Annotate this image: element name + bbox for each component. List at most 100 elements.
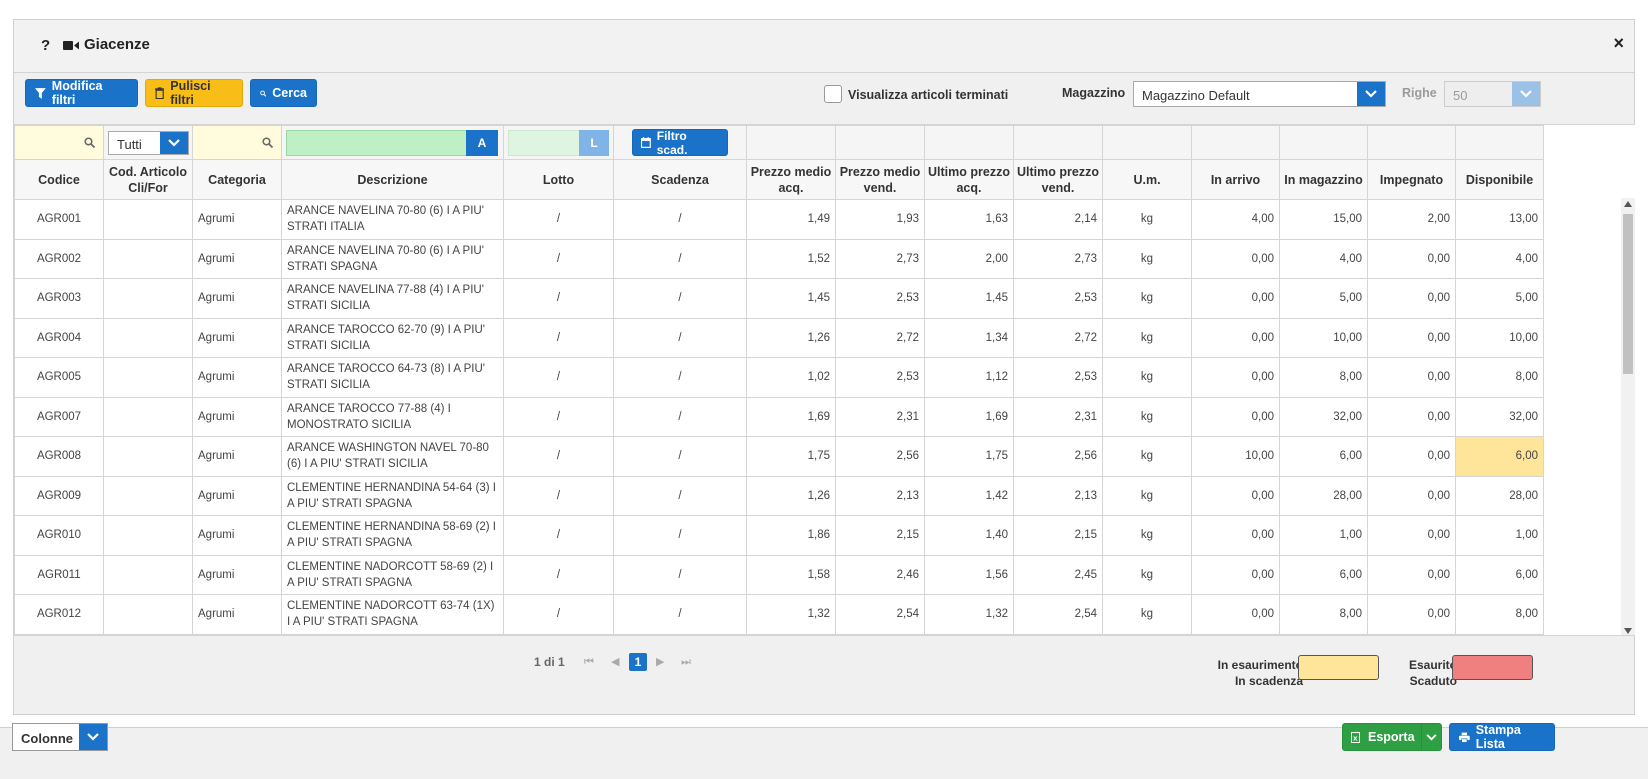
righe-select[interactable]: 50: [1444, 81, 1541, 107]
cell-up-acq: 1,33: [924, 633, 1014, 635]
cell-um: kg: [1102, 238, 1192, 279]
scrollbar-thumb[interactable]: [1623, 214, 1633, 374]
column-header[interactable]: Lotto: [503, 159, 614, 200]
table-row[interactable]: AGR009 Agrumi CLEMENTINE HERNANDINA 54-64 …: [14, 475, 1544, 516]
cell-impegnato: 0,00: [1367, 594, 1456, 635]
column-header[interactable]: Impegnato: [1367, 159, 1456, 200]
column-header[interactable]: Prezzo medio acq.: [746, 159, 836, 200]
cell-pm-acq: 1,58: [746, 554, 836, 595]
cell-pm-acq: 1,26: [746, 317, 836, 358]
modifica-filtri-button[interactable]: Modifica filtri: [25, 79, 138, 107]
prev-page-icon[interactable]: ◀: [611, 655, 619, 668]
colonne-select[interactable]: Colonne: [12, 723, 108, 751]
column-header[interactable]: Codice: [14, 159, 104, 200]
cell-categoria: Agrumi: [192, 238, 282, 279]
cell-pm-vend: 2,46: [835, 554, 925, 595]
codice-filter-input[interactable]: [14, 125, 104, 160]
table-row[interactable]: AGR013 AgrumiCLEMENTINE ORRI 58-69 (2) I …: [14, 633, 1544, 635]
scroll-up-icon[interactable]: [1624, 201, 1632, 207]
cell-um: kg: [1102, 396, 1192, 437]
next-page-icon[interactable]: ▶: [656, 655, 664, 668]
column-header[interactable]: Ultimo prezzo acq.: [924, 159, 1014, 200]
filtro-scad-button[interactable]: Filtro scad.: [632, 129, 728, 157]
column-header[interactable]: U.m.: [1102, 159, 1192, 200]
cell-in-arrivo: 0,00: [1191, 554, 1280, 595]
column-header[interactable]: Categoria: [192, 159, 282, 200]
stampa-lista-button[interactable]: Stampa Lista: [1449, 723, 1555, 751]
scroll-down-icon[interactable]: [1624, 628, 1632, 634]
cerca-button[interactable]: Cerca: [250, 79, 317, 107]
current-page-button[interactable]: 1: [629, 653, 647, 671]
table-row[interactable]: AGR012 Agrumi CLEMENTINE NADORCOTT 63-74 (…: [14, 594, 1544, 635]
column-header[interactable]: Ultimo prezzo vend.: [1013, 159, 1103, 200]
table-row[interactable]: AGR011 Agrumi CLEMENTINE NADORCOTT 58-69 (…: [14, 554, 1544, 595]
cell-scadenza: /: [613, 396, 747, 437]
table-row[interactable]: AGR007 Agrumi ARANCE TAROCCO 77-88 (4) I M…: [14, 396, 1544, 437]
colonne-label: Colonne: [21, 731, 73, 746]
cell-descrizione: ARANCE NAVELINA 77-88 (4) I A PIU' STRAT…: [281, 278, 504, 319]
pulisci-filtri-button[interactable]: Pulisci filtri: [145, 79, 243, 107]
column-header[interactable]: Disponibile: [1455, 159, 1544, 200]
cell-descrizione: ARANCE WASHINGTON NAVEL 70-80 (6) I A PI…: [281, 436, 504, 477]
lotto-filter-cell: L: [503, 125, 614, 160]
column-header[interactable]: In magazzino: [1279, 159, 1368, 200]
filter-empty-cell: [1455, 125, 1544, 160]
cell-in-magazzino: 28,00: [1279, 475, 1368, 516]
table-row[interactable]: AGR002 Agrumi ARANCE NAVELINA 70-80 (6) I …: [14, 238, 1544, 279]
cell-in-magazzino: 6,00: [1279, 436, 1368, 477]
cell-in-magazzino: 4,00: [1279, 238, 1368, 279]
table-row[interactable]: AGR005 Agrumi ARANCE TAROCCO 64-73 (8) I A…: [14, 357, 1544, 398]
table-row[interactable]: AGR008 Agrumi ARANCE WASHINGTON NAVEL 70-8…: [14, 436, 1544, 477]
cell-disponibile: 10,00: [1455, 317, 1544, 358]
cell-descrizione: ARANCE TAROCCO 62-70 (9) I A PIU' STRATI…: [281, 317, 504, 358]
chevron-down-icon[interactable]: [79, 724, 107, 750]
cell-lotto: /: [503, 396, 614, 437]
last-page-icon[interactable]: ⏭: [681, 655, 691, 669]
cell-um: kg: [1102, 594, 1192, 635]
cell-pm-vend: 2,54: [835, 594, 925, 635]
cell-um: kg: [1102, 554, 1192, 595]
cell-up-vend: 2,53: [1013, 357, 1103, 398]
search-icon: [84, 137, 95, 148]
categoria-filter-input[interactable]: [192, 125, 282, 160]
column-header[interactable]: Descrizione: [281, 159, 504, 200]
esporta-main[interactable]: x Esporta: [1343, 730, 1415, 744]
table-row[interactable]: AGR001 Agrumi ARANCE NAVELINA 70-80 (6) I …: [14, 199, 1544, 240]
cell-scadenza: /: [613, 317, 747, 358]
visualizza-terminati-checkbox[interactable]: [824, 85, 842, 103]
table-row[interactable]: AGR003 Agrumi ARANCE NAVELINA 77-88 (4) I …: [14, 278, 1544, 319]
column-header[interactable]: Cod. Articolo Cli/For: [103, 159, 193, 200]
column-header[interactable]: In arrivo: [1191, 159, 1280, 200]
magazzino-select[interactable]: Magazzino Default: [1133, 81, 1386, 107]
filter-icon: [35, 87, 46, 99]
table-row[interactable]: AGR004 Agrumi ARANCE TAROCCO 62-70 (9) I A…: [14, 317, 1544, 358]
lotto-filter-l-button[interactable]: L: [579, 130, 609, 156]
table-row[interactable]: AGR010 Agrumi CLEMENTINE HERNANDINA 58-69 …: [14, 515, 1544, 556]
cod-cli-filter-select[interactable]: Tutti: [108, 131, 189, 155]
cell-in-arrivo: 10,00: [1191, 436, 1280, 477]
cell-lotto: /: [503, 317, 614, 358]
column-header[interactable]: Scadenza: [613, 159, 747, 200]
help-icon[interactable]: ?: [41, 37, 50, 54]
cell-pm-vend: 2,31: [835, 396, 925, 437]
descrizione-filter-a-button[interactable]: A: [466, 130, 498, 156]
cell-descrizione: CLEMENTINE HERNANDINA 58-69 (2) I A PIU'…: [281, 515, 504, 556]
cell-codice: AGR005: [14, 357, 104, 398]
cell-up-vend: 2,14: [1013, 199, 1103, 240]
first-page-icon[interactable]: ⏮: [584, 655, 594, 669]
vertical-scrollbar[interactable]: [1621, 198, 1635, 635]
esporta-dropdown-icon[interactable]: [1420, 724, 1441, 750]
column-header[interactable]: Prezzo medio vend.: [835, 159, 925, 200]
cell-um: kg: [1102, 633, 1192, 635]
cell-in-arrivo: 0,00: [1191, 317, 1280, 358]
chevron-down-icon[interactable]: [1357, 82, 1385, 106]
cell-scadenza: /: [613, 238, 747, 279]
cell-up-vend: 2,13: [1013, 475, 1103, 516]
tutti-value: Tutti: [117, 137, 142, 152]
filter-empty-cell: [746, 125, 836, 160]
cell-codice: AGR012: [14, 594, 104, 635]
close-icon[interactable]: ×: [1613, 33, 1624, 54]
chevron-down-icon[interactable]: [160, 132, 188, 154]
esporta-button[interactable]: x Esporta: [1342, 723, 1442, 751]
chevron-down-icon[interactable]: [1512, 82, 1540, 106]
